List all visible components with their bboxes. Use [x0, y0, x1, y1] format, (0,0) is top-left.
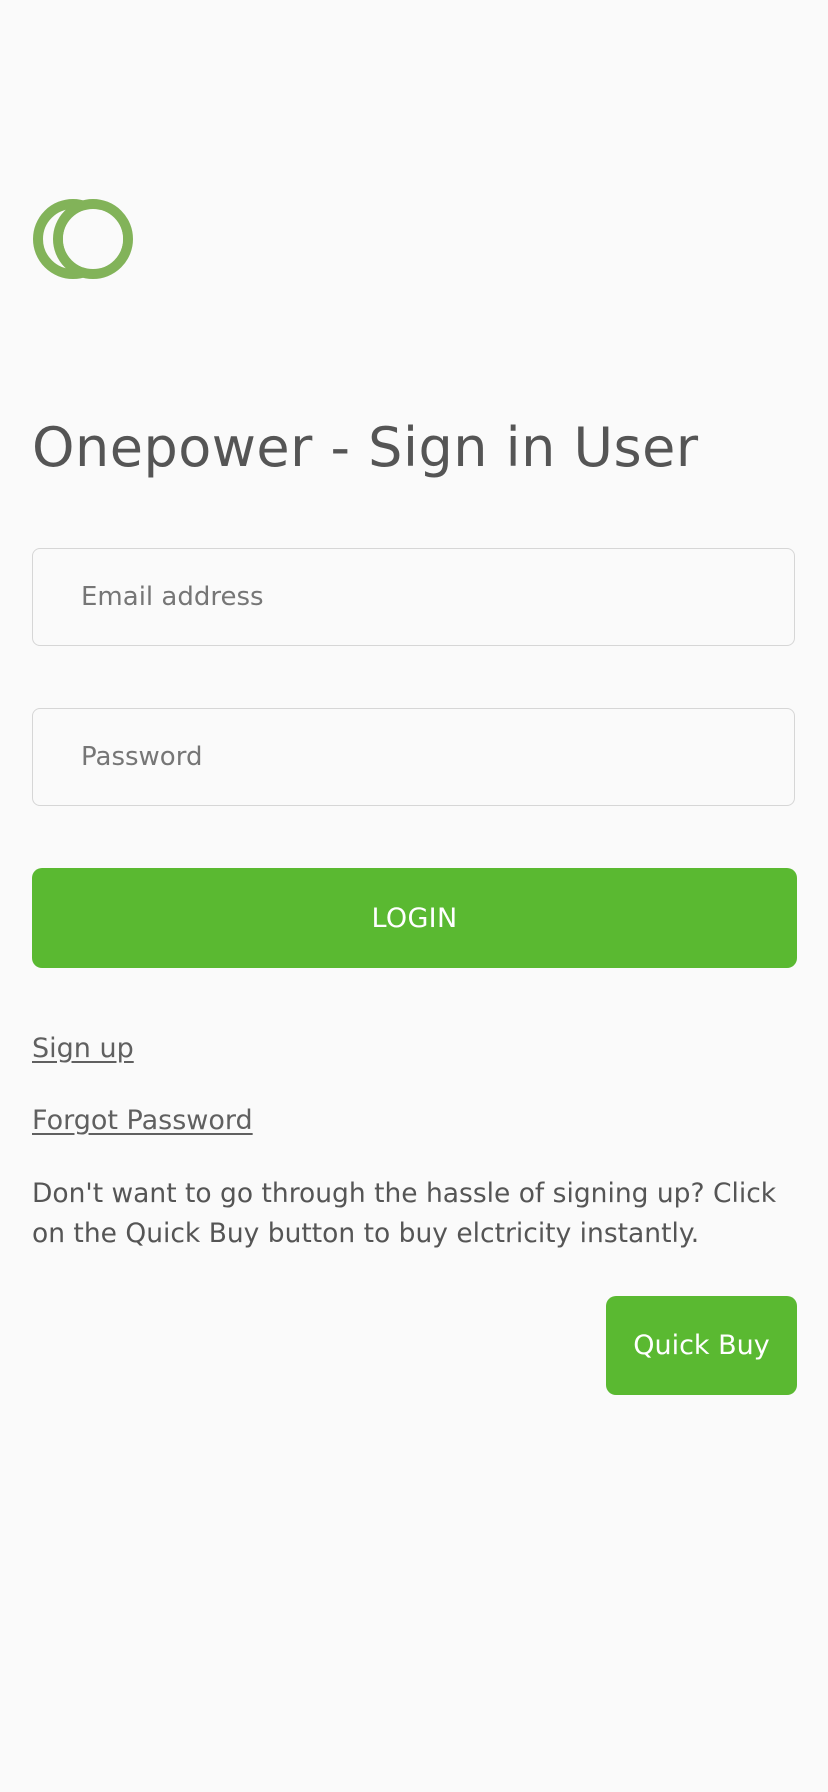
quick-buy-hint-text: Don't want to go through the hassle of s…	[32, 1178, 777, 1249]
quick-buy-button[interactable]: Quick Buy	[606, 1296, 797, 1395]
sign-in-page: Onepower - Sign in User LOGIN Sign up Fo…	[32, 0, 797, 1792]
page-title: Onepower - Sign in User	[32, 416, 699, 479]
password-input[interactable]	[32, 708, 795, 806]
onepower-logo-icon	[32, 198, 136, 280]
sign-up-link[interactable]: Sign up	[32, 1033, 134, 1064]
login-button[interactable]: LOGIN	[32, 868, 797, 968]
forgot-password-link[interactable]: Forgot Password	[32, 1105, 253, 1136]
email-input[interactable]	[32, 548, 795, 646]
